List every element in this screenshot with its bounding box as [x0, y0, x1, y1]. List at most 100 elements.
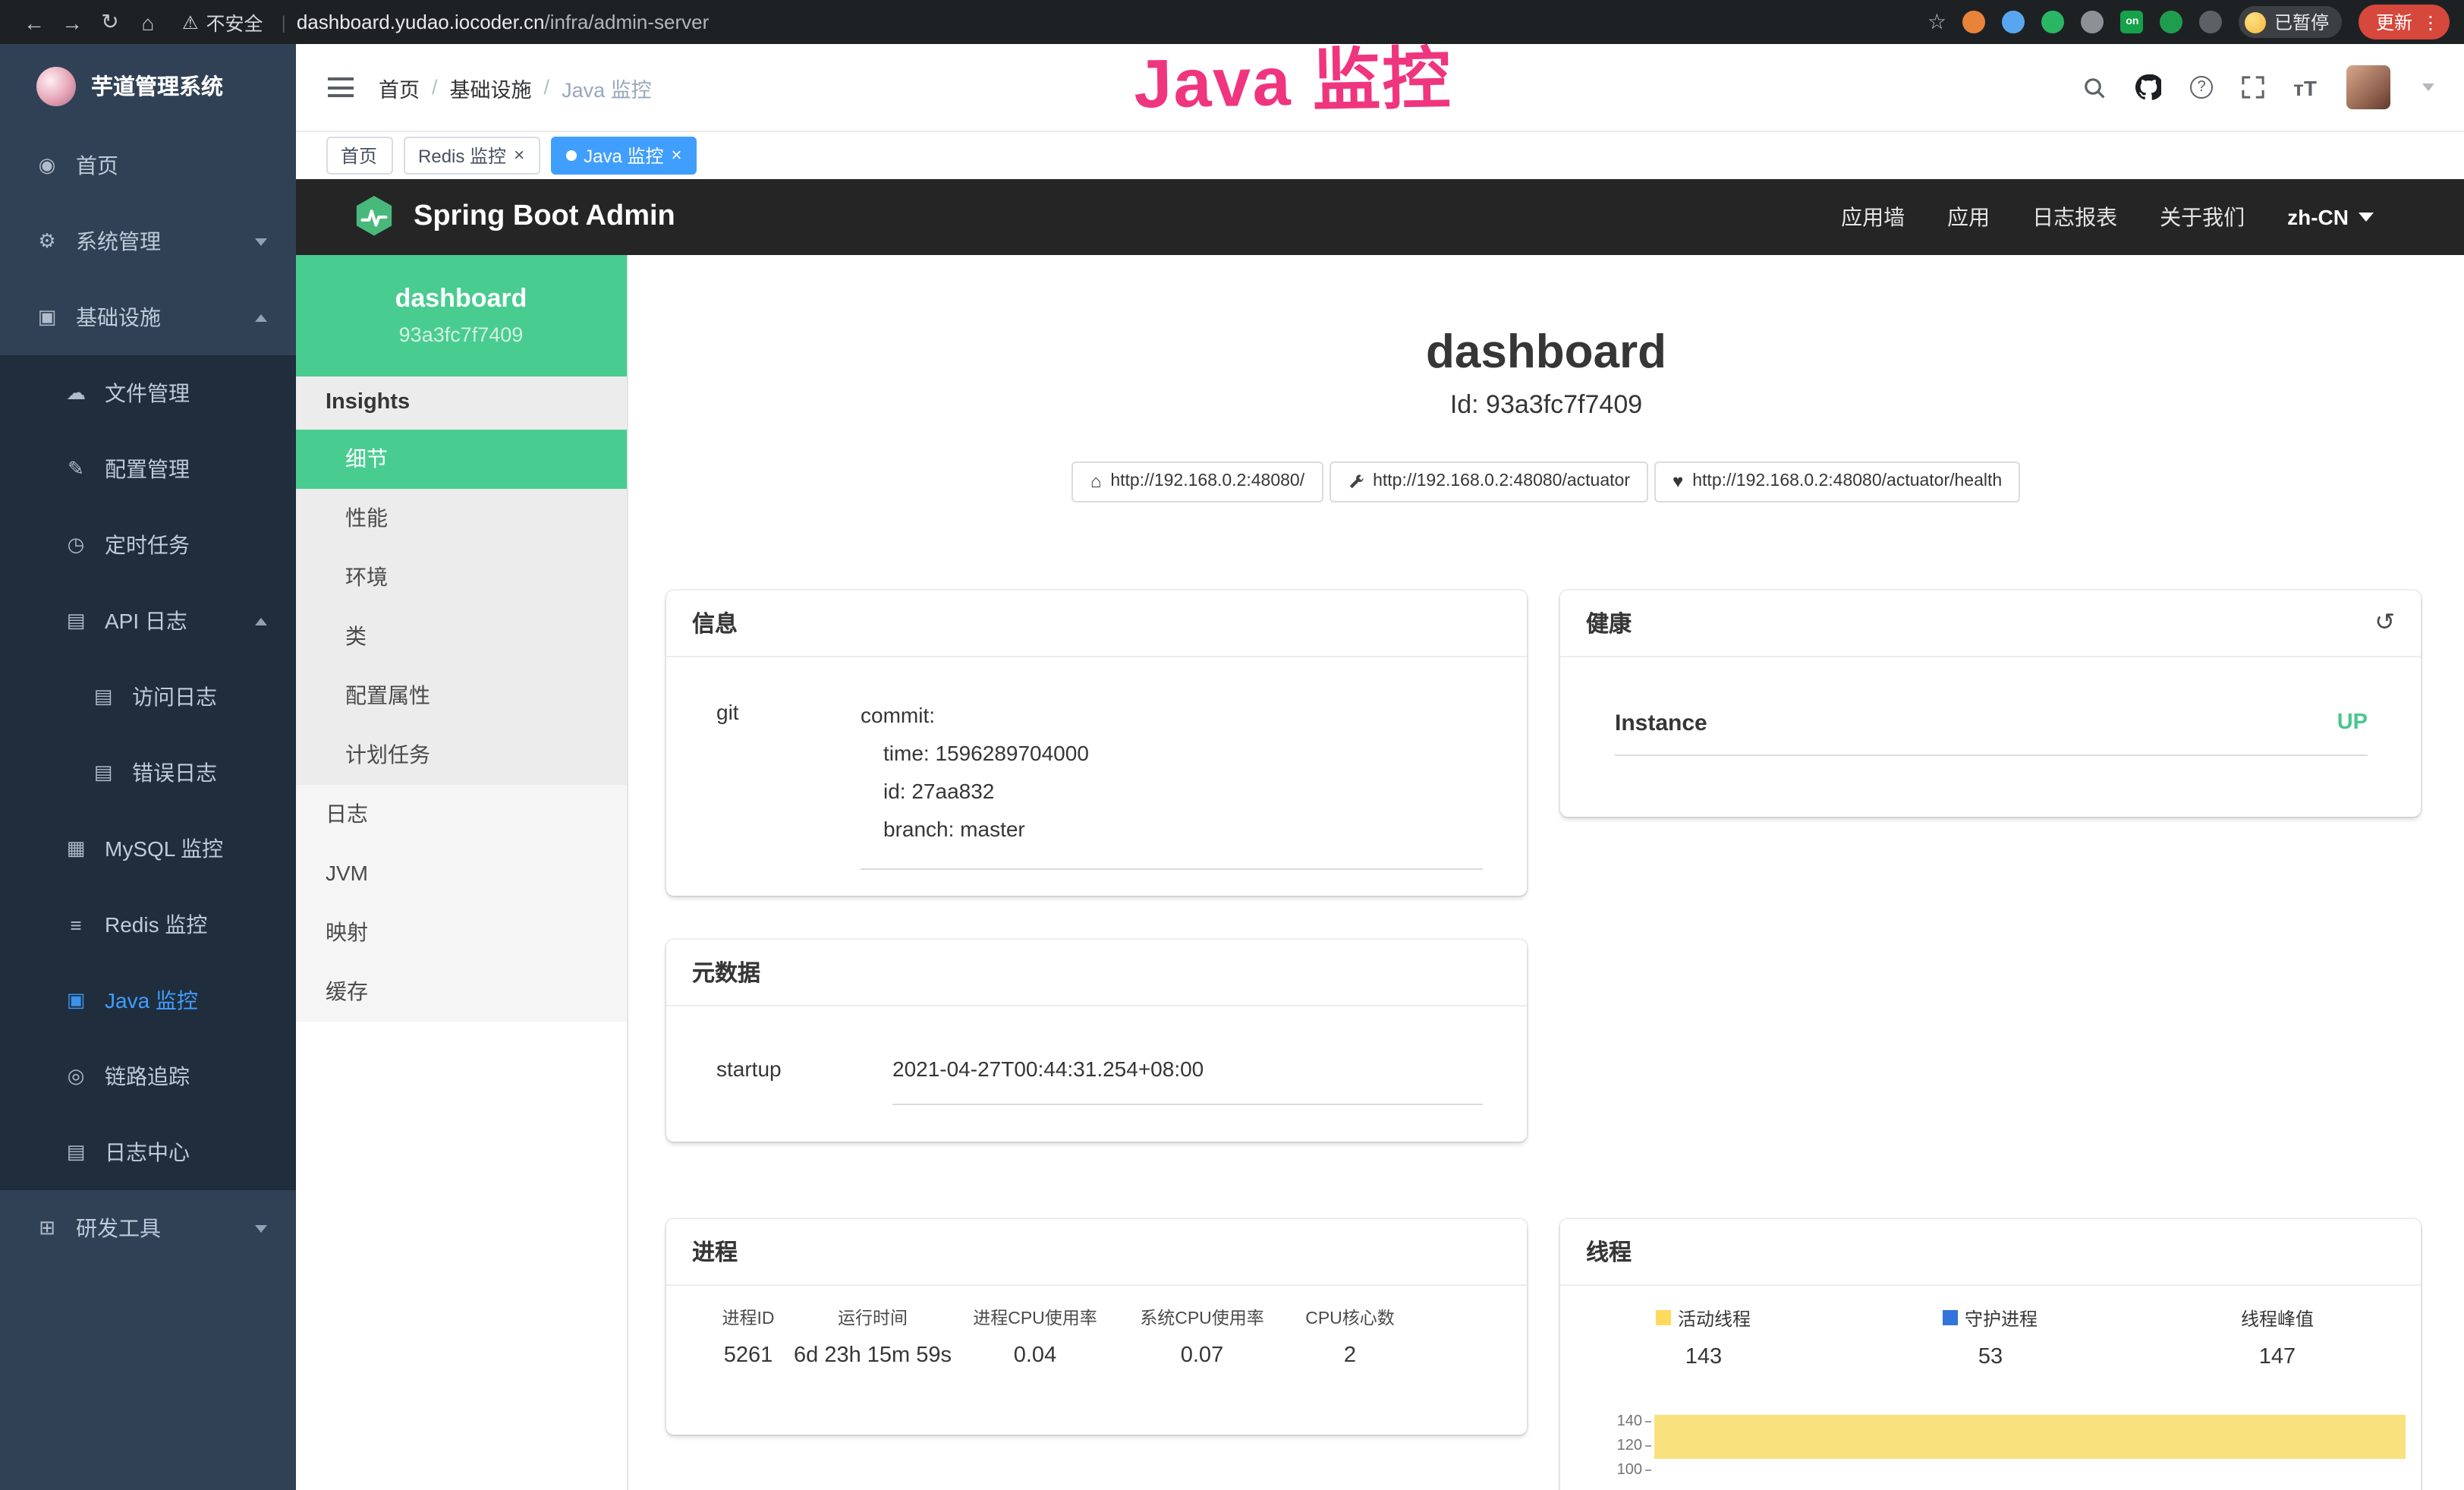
fullscreen-icon[interactable]	[2242, 76, 2264, 99]
extension-y-icon[interactable]	[2042, 11, 2065, 33]
sidebar-item-error-log[interactable]: ▤ 错误日志	[0, 735, 295, 811]
service-url-link[interactable]: ⌂ http://192.168.0.2:48080/	[1072, 461, 1323, 502]
address-bar[interactable]: dashboard.yudao.iocoder.cn/infra/admin-s…	[297, 11, 709, 33]
tag-view-bar: 首页 Redis 监控 × Java 监控 ×	[295, 132, 2464, 178]
java-monitor-icon: ▣	[58, 988, 94, 1013]
search-icon[interactable]	[2082, 75, 2107, 99]
menu-item-caches[interactable]: 缓存	[295, 962, 627, 1021]
browser-menu-icon[interactable]: ⋮	[2422, 11, 2440, 33]
back-icon[interactable]: ←	[15, 10, 53, 34]
sidebar-item-label: 文件管理	[105, 378, 190, 408]
breadcrumb-separator: /	[544, 76, 550, 99]
sidebar-item-log-center[interactable]: ▤ 日志中心	[0, 1114, 295, 1190]
extension-paw-icon[interactable]	[2200, 11, 2223, 33]
tab-label: Redis 监控	[418, 143, 506, 169]
instance-label: Instance	[1615, 710, 1707, 736]
sba-instance-header[interactable]: dashboard 93a3fc7f7409	[295, 254, 627, 376]
health-row[interactable]: Instance UP	[1615, 691, 2368, 755]
breadcrumb-separator: /	[432, 76, 438, 99]
menu-item-scheduled-tasks[interactable]: 计划任务	[295, 725, 627, 784]
col-label: 运行时间	[838, 1305, 908, 1329]
instance-links: ⌂ http://192.168.0.2:48080/ http://192.1…	[628, 461, 2464, 502]
sidebar-item-label: 访问日志	[132, 682, 217, 712]
info-row: git commit: time: 1596289704000 id: 27aa…	[666, 657, 1527, 869]
info-value: commit: time: 1596289704000 id: 27aa832 …	[861, 696, 1483, 869]
tab-java-monitor[interactable]: Java 监控 ×	[550, 137, 697, 175]
health-url-link[interactable]: ♥ http://192.168.0.2:48080/actuator/heal…	[1654, 461, 2020, 502]
extension-leaf-icon[interactable]	[2160, 11, 2183, 33]
extension-drop-icon[interactable]	[2003, 11, 2025, 33]
reload-icon[interactable]: ↻	[91, 9, 129, 35]
menu-item-details[interactable]: 细节	[295, 429, 627, 488]
sidebar-item-trace[interactable]: ◎ 链路追踪	[0, 1038, 295, 1114]
sba-nav-wallboard[interactable]: 应用墙	[1841, 201, 1905, 232]
sidebar-item-dev-tools[interactable]: ⊞ 研发工具	[0, 1190, 295, 1266]
menu-item-config-props[interactable]: 配置属性	[295, 666, 627, 725]
extension-on-badge-icon[interactable]: on	[2121, 11, 2144, 33]
process-col-syscpu: 系统CPU使用率 0.07	[1119, 1305, 1285, 1367]
locale-select[interactable]: zh-CN	[2287, 204, 2373, 228]
live-threads-area	[1654, 1414, 2406, 1458]
sidebar-item-label: 日志中心	[105, 1137, 190, 1167]
col-label: 进程CPU使用率	[973, 1305, 1097, 1329]
sba-nav-applications[interactable]: 应用	[1947, 201, 1990, 232]
sidebar-item-infrastructure[interactable]: ▣ 基础设施	[0, 279, 295, 355]
sidebar-item-config-manage[interactable]: ✎ 配置管理	[0, 431, 295, 507]
info-line: branch: master	[861, 810, 1483, 848]
y-tick: 140	[1617, 1413, 1642, 1429]
chart-plot-area	[1654, 1411, 2406, 1479]
sidebar-item-java-monitor[interactable]: ▣ Java 监控	[0, 962, 295, 1038]
close-icon[interactable]: ×	[671, 146, 681, 165]
menu-item-classes[interactable]: 类	[295, 606, 627, 666]
sidebar-item-scheduled-task[interactable]: ◷ 定时任务	[0, 507, 295, 583]
sba-nav-journal[interactable]: 日志报表	[2032, 201, 2117, 232]
menu-item-mappings[interactable]: 映射	[295, 903, 627, 962]
sba-title[interactable]: Spring Boot Admin	[414, 200, 675, 233]
sidebar-item-file-manage[interactable]: ☁ 文件管理	[0, 355, 295, 431]
security-label: 不安全	[206, 8, 263, 36]
col-label: 系统CPU使用率	[1140, 1305, 1264, 1329]
menu-item-environment[interactable]: 环境	[295, 547, 627, 606]
actuator-url-link[interactable]: http://192.168.0.2:48080/actuator	[1329, 461, 1648, 502]
security-chip[interactable]: ⚠ 不安全 |	[182, 8, 297, 36]
tab-redis-monitor[interactable]: Redis 监控 ×	[403, 137, 540, 175]
sidebar-item-redis-monitor[interactable]: ≡ Redis 监控	[0, 887, 295, 962]
chevron-up-icon	[254, 313, 266, 321]
sidebar-item-label: Redis 监控	[105, 909, 207, 940]
help-icon[interactable]: ?	[2190, 76, 2213, 99]
avatar[interactable]	[2346, 65, 2390, 109]
menu-item-jvm[interactable]: JVM	[295, 843, 627, 903]
sidebar-item-label: 首页	[76, 150, 118, 181]
legend-live-threads: 活动线程 143	[1560, 1305, 1847, 1369]
font-size-icon[interactable]: тT	[2293, 75, 2317, 99]
close-icon[interactable]: ×	[514, 146, 524, 165]
tab-home[interactable]: 首页	[326, 137, 392, 175]
sidebar-item-mysql-monitor[interactable]: ▦ MySQL 监控	[0, 811, 295, 887]
menu-item-performance[interactable]: 性能	[295, 488, 627, 547]
legend-peak-threads: 线程峰值 147	[2134, 1305, 2421, 1369]
sidebar-item-label: 研发工具	[76, 1213, 161, 1243]
extensions-puzzle-icon[interactable]	[2082, 11, 2104, 33]
sidebar-item-home[interactable]: ◉ 首页	[0, 128, 295, 203]
collapse-sidebar-icon[interactable]	[327, 77, 353, 97]
log-center-icon: ▤	[58, 1140, 94, 1164]
sba-nav-about[interactable]: 关于我们	[2160, 201, 2245, 232]
menu-item-logs[interactable]: 日志	[295, 784, 627, 843]
forward-icon[interactable]: →	[53, 10, 91, 34]
breadcrumb-infrastructure[interactable]: 基础设施	[450, 72, 532, 102]
extension-fox-icon[interactable]	[1963, 11, 1986, 33]
sidebar-item-label: 定时任务	[105, 530, 190, 560]
sidebar-item-api-log[interactable]: ▤ API 日志	[0, 583, 295, 659]
sidebar-item-access-log[interactable]: ▤ 访问日志	[0, 659, 295, 735]
home-icon: ⌂	[1090, 471, 1102, 492]
bookmark-star-icon[interactable]: ☆	[1927, 9, 1946, 35]
home-icon[interactable]: ⌂	[129, 10, 167, 34]
update-button[interactable]: 更新 ⋮	[2359, 5, 2449, 39]
sidebar-item-system-manage[interactable]: ⚙ 系统管理	[0, 203, 295, 279]
infrastructure-icon: ▣	[29, 305, 65, 329]
breadcrumb-home[interactable]: 首页	[379, 72, 420, 102]
history-icon[interactable]: ↺	[2374, 607, 2395, 638]
sidebar-item-label: 系统管理	[76, 226, 161, 257]
github-icon[interactable]	[2135, 74, 2161, 100]
paused-badge[interactable]: 已暂停	[2239, 6, 2343, 38]
